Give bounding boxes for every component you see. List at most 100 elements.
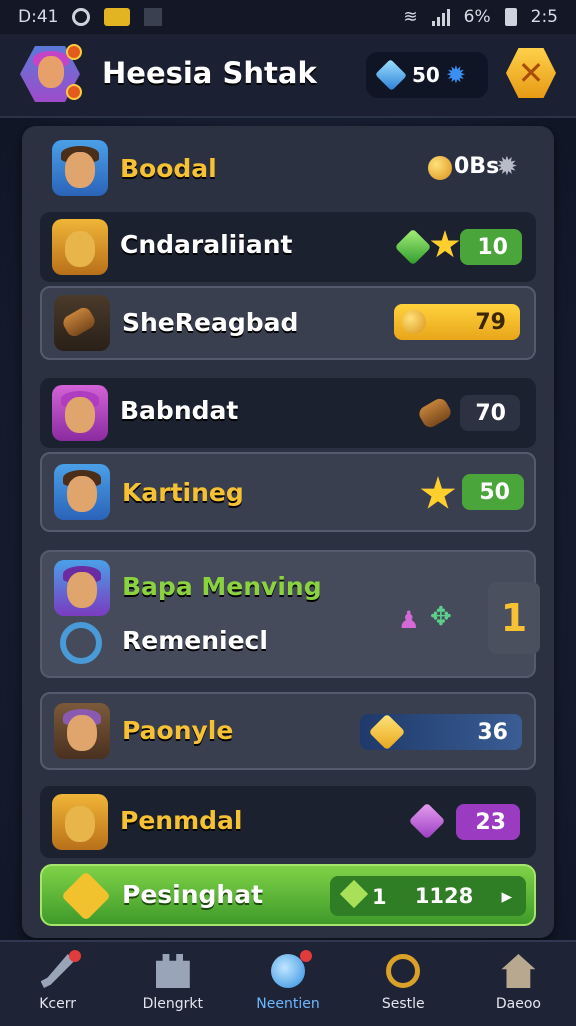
avatar-face xyxy=(38,56,64,88)
avatar xyxy=(52,385,108,441)
avatar xyxy=(52,794,108,850)
wifi-icon: ≋ xyxy=(403,7,418,27)
log-icon xyxy=(416,395,454,431)
battery-icon xyxy=(504,8,517,26)
avatar xyxy=(54,560,110,616)
ring-icon xyxy=(386,954,421,988)
gem-icon xyxy=(368,713,406,751)
rank-box: 1 xyxy=(488,582,540,654)
level-badge-icon xyxy=(66,44,82,60)
avatar xyxy=(52,219,108,275)
signal-icon xyxy=(431,8,450,26)
cta-reward: 1 1128 ▸ xyxy=(330,876,526,916)
leaderboard-panel: Boodal 0Bs ✹ Cndaraliiant 10 SheReagbad … xyxy=(22,126,554,938)
row-value: 79 xyxy=(475,309,506,335)
gem-icon xyxy=(394,228,432,266)
row-value: 23 xyxy=(475,809,506,835)
row-name: Paonyle xyxy=(122,716,234,745)
status-time: D:41 xyxy=(18,7,59,27)
row-name: Babndat xyxy=(120,396,239,425)
avatar xyxy=(54,703,110,759)
avatar-face xyxy=(65,231,95,267)
rank-badge-icon xyxy=(66,84,82,100)
row-value: 50 xyxy=(479,479,510,505)
row-name: Kartineg xyxy=(122,478,244,507)
hammer-icon xyxy=(60,304,98,340)
nav-item-sword[interactable]: Kcerr xyxy=(0,942,115,1026)
avatar-face xyxy=(67,572,97,608)
notification-dot xyxy=(69,950,82,962)
leaf-icon: ✥ xyxy=(430,602,452,632)
list-item[interactable]: Babndat 70 xyxy=(40,378,536,448)
list-item[interactable]: Paonyle 36 xyxy=(40,692,536,770)
cta-count: 1 xyxy=(372,884,387,909)
arrow-right-icon: ▸ xyxy=(501,884,512,908)
list-item[interactable]: Cndaraliiant 10 xyxy=(40,212,536,282)
header: Heesia Shtak 50 ✹ ✕ xyxy=(0,34,576,118)
nav-item-castle[interactable]: Dlengrkt xyxy=(115,942,230,1026)
cta-value: 1128 xyxy=(414,884,474,908)
page-title: Heesia Shtak xyxy=(102,56,317,90)
row-name: Bapa Menving xyxy=(122,572,322,601)
list-item[interactable]: Boodal 0Bs ✹ xyxy=(40,132,536,204)
avatar-face xyxy=(65,806,95,842)
avatar-face xyxy=(67,476,97,512)
potion-icon: ♟ xyxy=(398,606,420,634)
gem-icon xyxy=(375,59,407,91)
score-pill: 36 xyxy=(360,713,522,751)
circle-icon xyxy=(72,8,91,26)
list-item[interactable]: SheReagbad 79 xyxy=(40,286,536,360)
row-name: Boodal xyxy=(120,154,217,183)
nav-item-ring[interactable]: Sestle xyxy=(346,942,461,1026)
currency-display[interactable]: 50 ✹ xyxy=(366,52,488,98)
row-name: Penmdal xyxy=(120,806,243,835)
row-value: 10 xyxy=(477,234,508,260)
gear-icon[interactable]: ✹ xyxy=(446,63,466,87)
nav-label: Kcerr xyxy=(39,996,76,1012)
row-value: 0Bs xyxy=(454,154,500,179)
collect-button[interactable]: Pesinghat 1 1128 ▸ xyxy=(40,864,536,926)
featured-list-item[interactable]: Bapa Menving Remeniecl ♟ ✥ 1 xyxy=(40,550,540,678)
nav-label: Neentien xyxy=(256,996,320,1012)
gem-icon xyxy=(339,879,369,908)
coin-icon xyxy=(402,310,426,334)
castle-icon xyxy=(155,954,190,988)
score-pill: 79 xyxy=(394,304,520,340)
home-icon xyxy=(501,954,536,988)
row-name: Cndaraliiant xyxy=(120,230,293,259)
status-clock: 2:5 xyxy=(530,7,558,27)
cta-label: Pesinghat xyxy=(122,880,264,909)
row-value: 1 xyxy=(500,596,528,640)
target-ring xyxy=(60,622,102,664)
close-button[interactable]: ✕ xyxy=(506,48,556,98)
star-icon xyxy=(430,230,460,258)
avatar-face xyxy=(65,152,95,188)
row-value: 70 xyxy=(475,400,506,426)
cta-count-wrap: 1 xyxy=(339,879,387,909)
gear-icon[interactable]: ✹ xyxy=(496,154,518,180)
avatar xyxy=(54,295,110,351)
row-subname: Remeniecl xyxy=(122,626,268,655)
nav-item-home[interactable]: Daeoo xyxy=(461,942,576,1026)
nav-item-bird[interactable]: Neentien xyxy=(230,942,345,1026)
notification-dot xyxy=(299,950,312,962)
notification-icon xyxy=(144,8,163,26)
score-pill: 50 xyxy=(462,474,524,510)
close-icon: ✕ xyxy=(517,54,545,92)
score-pill: 70 xyxy=(460,395,520,431)
avatar xyxy=(54,464,110,520)
diamond-icon xyxy=(61,871,111,921)
nav-label: Sestle xyxy=(381,996,425,1012)
coin-icon xyxy=(428,156,452,180)
bottom-nav: Kcerr Dlengrkt Neentien Sestle Daeoo xyxy=(0,940,576,1026)
list-item[interactable]: Penmdal 23 xyxy=(40,786,536,858)
mail-icon xyxy=(104,8,131,26)
score-pill: 23 xyxy=(456,804,520,840)
avatar-face xyxy=(67,715,97,751)
target-icon xyxy=(54,616,110,672)
avatar xyxy=(52,140,108,196)
avatar-face xyxy=(65,397,95,433)
list-item[interactable]: Kartineg 50 xyxy=(40,452,536,532)
gem-icon xyxy=(408,802,446,840)
status-bar: D:41 ≋ 6% 2:5 xyxy=(0,0,576,34)
